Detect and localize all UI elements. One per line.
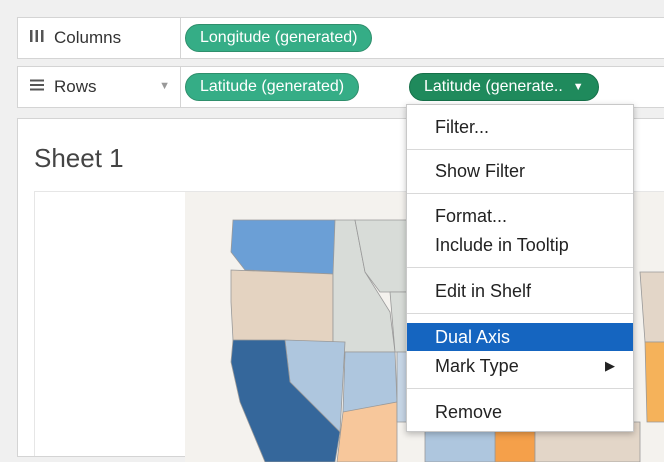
menu-item-dual-axis-label: Dual Axis [435, 326, 511, 347]
menu-item-show-filter-label: Show Filter [435, 160, 526, 181]
columns-icon [28, 29, 46, 48]
columns-label-text: Columns [54, 28, 122, 47]
longitude-pill[interactable]: Longitude (generated) [185, 24, 373, 52]
menu-item-show-filter[interactable]: Show Filter [407, 157, 633, 185]
menu-item-format[interactable]: Format... [407, 202, 633, 230]
rows-shelf-label: Rows ▼ [18, 67, 181, 107]
state-east-b [644, 341, 664, 423]
menu-separator [407, 267, 633, 268]
longitude-pill-label: Longitude (generated) [200, 29, 358, 46]
rows-icon [28, 78, 46, 97]
menu-separator [407, 313, 633, 314]
latitude-pill-label: Latitude (generated) [200, 78, 345, 95]
menu-item-filter[interactable]: Filter... [407, 113, 633, 141]
menu-item-include-tooltip[interactable]: Include in Tooltip [407, 231, 633, 259]
menu-item-edit-shelf[interactable]: Edit in Shelf [407, 277, 633, 305]
state-utah [342, 351, 398, 413]
columns-shelf-label: Columns [18, 18, 181, 58]
menu-separator [407, 149, 633, 150]
latitude-pill-active[interactable]: Latitude (generate.. ▼ [409, 73, 599, 101]
menu-item-remove-label: Remove [435, 401, 503, 422]
caret-down-icon[interactable]: ▼ [573, 81, 584, 93]
menu-item-mark-type-label: Mark Type [435, 355, 519, 376]
menu-item-format-label: Format... [435, 205, 508, 226]
menu-item-include-tooltip-label: Include in Tooltip [435, 234, 569, 255]
menu-item-mark-type[interactable]: Mark Type ▶ [407, 352, 633, 380]
menu-item-dual-axis[interactable]: Dual Axis [407, 323, 633, 351]
menu-item-filter-label: Filter... [435, 116, 490, 137]
menu-item-edit-shelf-label: Edit in Shelf [435, 280, 532, 301]
state-oregon [230, 269, 334, 343]
columns-shelf: Columns Longitude (generated) [17, 17, 664, 59]
rows-shelf: Rows ▼ Latitude (generated) Latitude (ge… [17, 66, 664, 108]
latitude-pill[interactable]: Latitude (generated) [185, 73, 360, 101]
chevron-down-icon[interactable]: ▼ [159, 80, 170, 92]
submenu-arrow-icon: ▶ [605, 358, 615, 373]
sheet-title: Sheet 1 [34, 143, 124, 173]
menu-separator [407, 388, 633, 389]
menu-item-remove[interactable]: Remove [407, 398, 633, 426]
rows-label-text: Rows [54, 77, 97, 96]
state-washington [230, 219, 336, 275]
latitude-pill-active-label: Latitude (generate.. [424, 78, 563, 95]
pill-context-menu: Filter... Show Filter Format... Include … [406, 104, 634, 432]
menu-separator [407, 193, 633, 194]
